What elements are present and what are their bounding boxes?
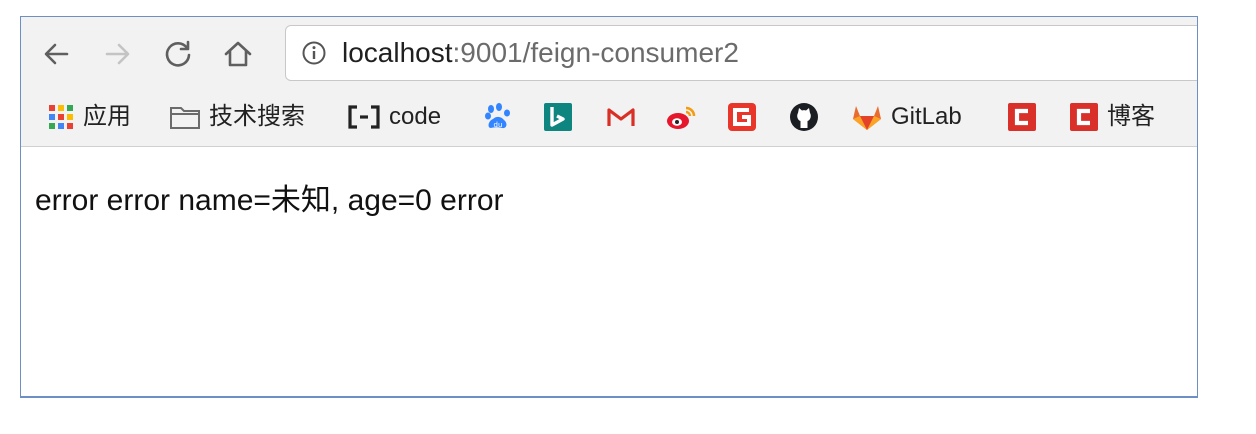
bookmark-label: 博客	[1107, 103, 1155, 130]
apps-grid-icon	[49, 105, 73, 129]
gitlab-icon	[853, 106, 881, 130]
bookmark-folder-tech-search[interactable]: 技术搜索	[169, 101, 305, 133]
baidu-paw-icon: du	[485, 103, 510, 129]
code-brackets-icon	[348, 105, 380, 129]
arrow-right-icon	[105, 43, 130, 65]
address-bar[interactable]: localhost:9001/feign-consumer2	[285, 25, 1197, 81]
bookmark-gitlab[interactable]: GitLab	[851, 101, 962, 133]
bookmark-label: code	[389, 103, 442, 130]
g-red-icon	[728, 103, 756, 131]
home-button[interactable]	[223, 39, 253, 69]
page-body-text: error error name=未知, age=0 error	[35, 184, 504, 217]
back-button[interactable]	[41, 39, 71, 69]
csdn-icon	[1070, 103, 1098, 131]
bookmark-github[interactable]	[789, 101, 819, 133]
bing-icon	[544, 103, 572, 131]
bookmarks-bar: 应用 技术搜索 code du GitLab 博客	[21, 97, 1197, 137]
bookmark-label: 技术搜索	[209, 103, 305, 130]
forward-button[interactable]	[103, 39, 133, 69]
bookmark-label: GitLab	[891, 103, 962, 130]
folder-icon	[170, 107, 200, 129]
bookmark-blog[interactable]: 博客	[1069, 101, 1155, 133]
csdn-icon	[1008, 103, 1036, 131]
bookmark-csdn[interactable]	[1007, 101, 1037, 133]
bookmark-gmail[interactable]	[605, 101, 637, 133]
svg-text:du: du	[494, 121, 503, 129]
bookmark-g[interactable]	[727, 101, 757, 133]
gmail-icon	[607, 108, 635, 126]
bookmark-baidu[interactable]: du	[483, 101, 513, 133]
weibo-icon	[667, 106, 696, 129]
reload-button[interactable]	[163, 39, 193, 69]
url-path: :9001/feign-consumer2	[452, 37, 739, 68]
github-icon	[790, 103, 818, 131]
url-text[interactable]: localhost:9001/feign-consumer2	[342, 37, 739, 69]
bookmark-code[interactable]: code	[347, 101, 441, 133]
url-host: localhost	[342, 37, 453, 68]
bookmark-apps[interactable]: 应用	[47, 101, 131, 133]
home-icon	[224, 41, 252, 67]
browser-toolbar: localhost:9001/feign-consumer2 应用 技术搜索 c…	[21, 17, 1197, 147]
bookmark-bing[interactable]	[543, 101, 573, 133]
browser-window: localhost:9001/feign-consumer2 应用 技术搜索 c…	[20, 16, 1198, 398]
info-icon[interactable]	[302, 41, 326, 65]
bookmark-weibo[interactable]	[665, 101, 697, 133]
arrow-left-icon	[44, 43, 69, 65]
bookmark-label: 应用	[83, 103, 131, 130]
reload-icon	[165, 40, 191, 67]
